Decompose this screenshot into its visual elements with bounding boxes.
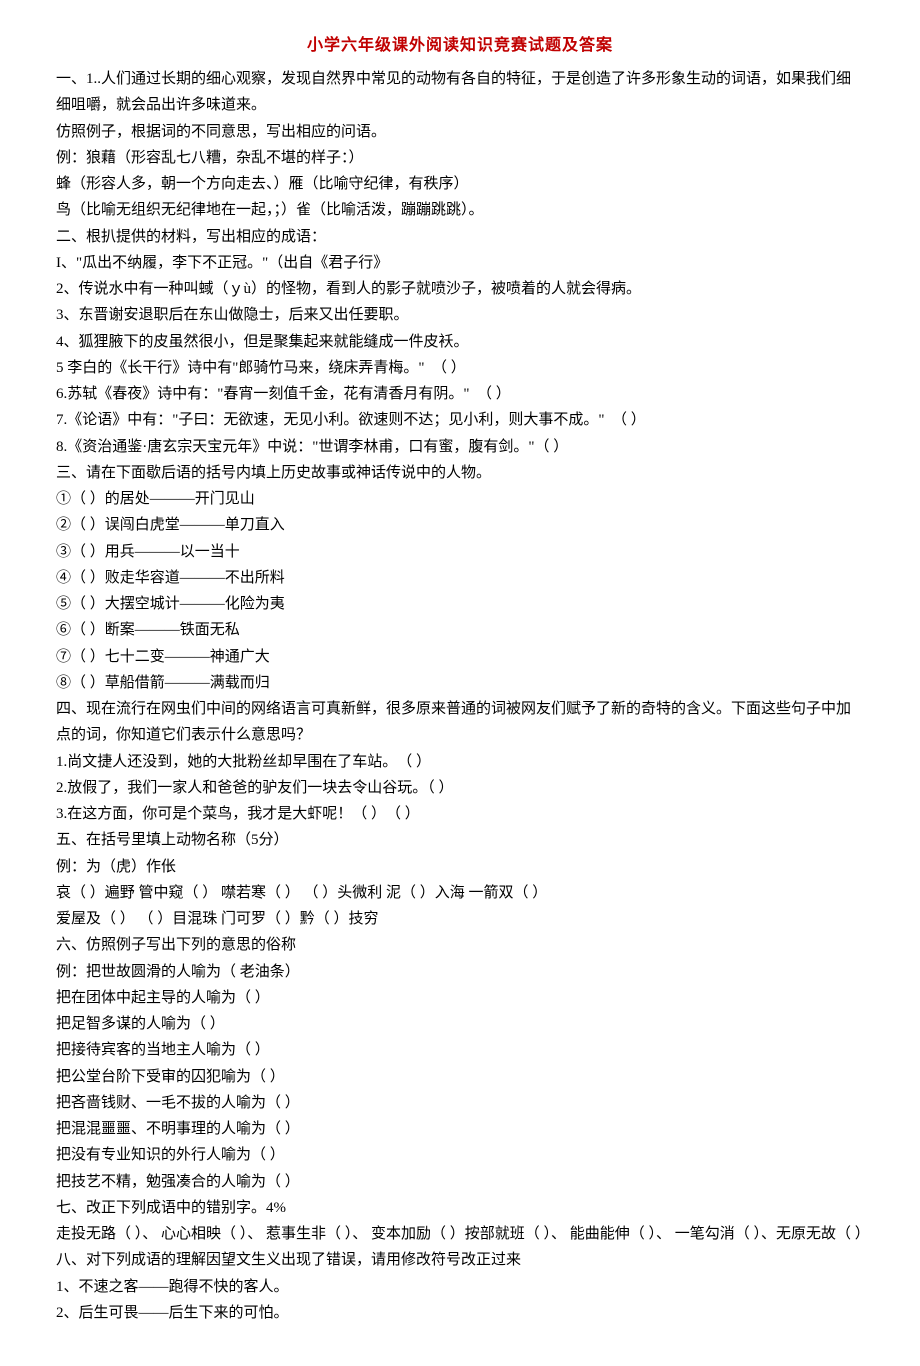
text-line: 6.苏轼《春夜》诗中有："春宵一刻值千金，花有清香月有阴。" （ ） [56,381,864,407]
text-line: 2、后生可畏——后生下来的可怕。 [56,1300,864,1326]
text-line: 例：把世故圆滑的人喻为（ 老油条） [56,959,864,985]
text-line: 爱屋及（ ） （ ）目混珠 门可罗（ ）黔（ ）技穷 [56,906,864,932]
text-line: 5 李白的《长干行》诗中有"郎骑竹马来，绕床弄青梅。" （ ） [56,355,864,381]
text-line: 7.《论语》中有："子曰：无欲速，无见小利。欲速则不达；见小利，则大事不成。" … [56,407,864,433]
text-line: 4、狐狸腋下的皮虽然很小，但是聚集起来就能缝成一件皮袄。 [56,329,864,355]
text-line: 把在团体中起主导的人喻为（ ） [56,985,864,1011]
text-line: 把公堂台阶下受审的囚犯喻为（ ） [56,1064,864,1090]
text-line: 四、现在流行在网虫们中间的网络语言可真新鲜，很多原来普通的词被网友们赋予了新的奇… [56,696,864,749]
text-line: ⑧（ ）草船借箭———满载而归 [56,670,864,696]
text-line: ⑤（ ）大摆空城计———化险为夷 [56,591,864,617]
text-line: 8.《资治通鉴·唐玄宗天宝元年》中说："世谓李林甫，口有蜜，腹有剑。"（ ） [56,434,864,460]
text-line: 一、1..人们通过长期的细心观察，发现自然界中常见的动物有各自的特征，于是创造了… [56,66,864,119]
text-line: 2、传说水中有一种叫蜮（ｙù）的怪物，看到人的影子就喷沙子，被喷着的人就会得病。 [56,276,864,302]
text-line: 五、在括号里填上动物名称（5分） [56,827,864,853]
doc-title: 小学六年级课外阅读知识竞赛试题及答案 [56,32,864,60]
text-line: 2.放假了，我们一家人和爸爸的驴友们一块去令山谷玩。（ ） [56,775,864,801]
text-line: 仿照例子，根据词的不同意思，写出相应的问语。 [56,119,864,145]
text-line: 六、仿照例子写出下列的意思的俗称 [56,932,864,958]
text-line: 走投无路（ ）、 心心相映（ ）、 惹事生非（ ）、 变本加励（ ）按部就班（ … [56,1221,864,1247]
text-line: ①（ ）的居处———开门见山 [56,486,864,512]
text-line: 把接待宾客的当地主人喻为（ ） [56,1037,864,1063]
text-line: ⑥（ ）断案———铁面无私 [56,617,864,643]
text-line: 例：狼藉（形容乱七八糟，杂乱不堪的样子：） [56,145,864,171]
text-line: 蜂（形容人多，朝一个方向走去、）雁（比喻守纪律，有秩序） [56,171,864,197]
text-line: ⑦（ ）七十二变———神通广大 [56,644,864,670]
text-line: 例：为（虎）作伥 [56,854,864,880]
text-line: 把足智多谋的人喻为（ ） [56,1011,864,1037]
text-line: 鸟（比喻无组织无纪律地在一起，；）雀（比喻活泼，蹦蹦跳跳）。 [56,197,864,223]
text-line: 三、请在下面歇后语的括号内填上历史故事或神话传说中的人物。 [56,460,864,486]
doc-body: 一、1..人们通过长期的细心观察，发现自然界中常见的动物有各自的特征，于是创造了… [56,66,864,1326]
text-line: 把没有专业知识的外行人喻为（ ） [56,1142,864,1168]
text-line: 二、根扒提供的材料，写出相应的成语： [56,224,864,250]
text-line: 3.在这方面，你可是个菜鸟，我才是大虾呢！（ ） （ ） [56,801,864,827]
text-line: 把吝啬钱财、一毛不拔的人喻为（ ） [56,1090,864,1116]
text-line: 1.尚文捷人还没到，她的大批粉丝却早围在了车站。 （ ） [56,749,864,775]
text-line: 1、不速之客——跑得不快的客人。 [56,1274,864,1300]
text-line: 八、对下列成语的理解因望文生义出现了错误，请用修改符号改正过来 [56,1247,864,1273]
text-line: ②（ ）误闯白虎堂———单刀直入 [56,512,864,538]
text-line: I、"瓜出不纳履，李下不正冠。"（出自《君子行》 [56,250,864,276]
text-line: ④（ ）败走华容道———不出所料 [56,565,864,591]
text-line: 3、东晋谢安退职后在东山做隐士，后来又出任要职。 [56,302,864,328]
text-line: 哀（ ）遍野 管中窥（ ） 噤若寒（ ） （ ）头微利 泥（ ）入海 一箭双（ … [56,880,864,906]
text-line: 把技艺不精，勉强凑合的人喻为（ ） [56,1169,864,1195]
text-line: 七、改正下列成语中的错别字。4% [56,1195,864,1221]
text-line: 把混混噩噩、不明事理的人喻为（ ） [56,1116,864,1142]
text-line: ③（ ）用兵———以一当十 [56,539,864,565]
